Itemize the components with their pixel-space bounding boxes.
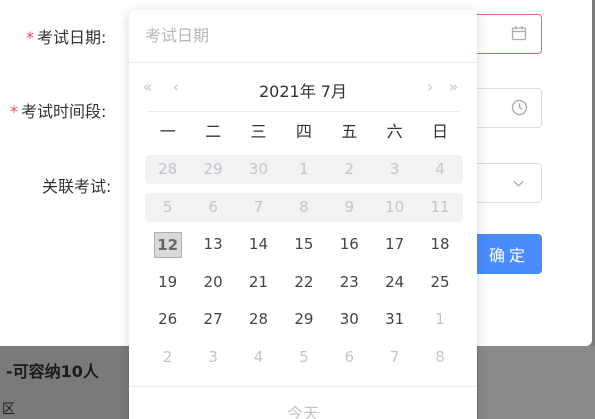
calendar-day[interactable]: 1 [417, 305, 462, 334]
weekday-label: 日 [432, 122, 449, 141]
weekday-label: 五 [341, 122, 358, 141]
month-title[interactable]: 2021年 7月 [129, 78, 477, 102]
calendar-day[interactable]: 4 [236, 343, 281, 372]
calendar-day[interactable]: 3 [190, 343, 235, 372]
calendar-day[interactable]: 16 [327, 230, 372, 259]
calendar-day[interactable]: 10 [372, 193, 417, 222]
required-mark: * [26, 28, 34, 47]
calendar-day[interactable]: 7 [236, 193, 281, 222]
calendar-day[interactable]: 3 [372, 155, 417, 184]
calendar-week-row: 2345678 [145, 343, 463, 372]
calendar-day[interactable]: 7 [372, 343, 417, 372]
calendar-icon [511, 25, 527, 45]
calendar-day[interactable]: 1 [281, 155, 326, 184]
confirm-button[interactable]: 确定 [470, 234, 542, 274]
screen: -可容纳10人 区 * 考试日期: * 考试时间段: 关联考试: 确定 考试日期… [0, 0, 595, 419]
today-button[interactable]: 今天 [129, 400, 477, 419]
exam-time-field[interactable] [466, 88, 542, 128]
calendar-day[interactable]: 2 [327, 155, 372, 184]
exam-date-field[interactable] [466, 14, 542, 54]
required-mark: * [10, 102, 18, 121]
weekday-label: 三 [250, 122, 267, 141]
calendar-grid: 28 29 30 1 2 3 4 5 6 7 8 9 10 11 12 13 14 15 16 17 18 19 20 21 2… [145, 155, 463, 381]
calendar-day[interactable]: 31 [372, 305, 417, 334]
date-picker-popup: 考试日期 « ‹ 2021年 7月 › » 一二三四五六日 28 29 30 1 2 3 4… [129, 10, 477, 419]
weekday-label: 一 [159, 122, 176, 141]
calendar-day-today[interactable]: 12 [145, 230, 190, 259]
next-year-icon[interactable]: » [449, 78, 458, 96]
calendar-day[interactable]: 18 [417, 230, 462, 259]
calendar-day[interactable]: 20 [190, 268, 235, 297]
calendar-day[interactable]: 9 [327, 193, 372, 222]
date-picker-input[interactable]: 考试日期 [145, 22, 209, 46]
calendar-day[interactable]: 4 [417, 155, 462, 184]
calendar-day[interactable]: 6 [327, 343, 372, 372]
related-exam-select[interactable] [466, 163, 542, 203]
exam-time-label: * 考试时间段: [10, 102, 107, 121]
calendar-day[interactable]: 14 [236, 230, 281, 259]
calendar-day[interactable]: 22 [281, 268, 326, 297]
clock-icon [511, 99, 528, 120]
weekday-label: 四 [295, 122, 312, 141]
calendar-day[interactable]: 11 [417, 193, 462, 222]
divider [129, 62, 477, 63]
date-picker-header: « ‹ 2021年 7月 › » [129, 64, 477, 112]
calendar-week-row: 5 6 7 8 9 10 11 [145, 192, 463, 222]
calendar-day[interactable]: 23 [327, 268, 372, 297]
calendar-week-row: 28 29 30 1 2 3 4 [145, 155, 463, 184]
calendar-day[interactable]: 24 [372, 268, 417, 297]
calendar-day[interactable]: 27 [190, 305, 235, 334]
weekday-label: 六 [386, 122, 403, 141]
calendar-day[interactable]: 26 [145, 305, 190, 334]
related-exam-label: 关联考试: [42, 177, 112, 196]
calendar-day[interactable]: 6 [190, 193, 235, 222]
calendar-day[interactable]: 29 [281, 305, 326, 334]
calendar-day[interactable]: 29 [190, 155, 235, 184]
backdrop-panel [478, 346, 595, 419]
capacity-text: -可容纳10人 [6, 362, 99, 381]
calendar-day[interactable]: 28 [145, 155, 190, 184]
calendar-week-row: 26 27 28 29 30 31 1 [145, 305, 463, 334]
calendar-day[interactable]: 21 [236, 268, 281, 297]
weekday-label: 二 [205, 122, 222, 141]
chevron-down-icon [511, 176, 526, 195]
divider [147, 111, 459, 112]
calendar-day[interactable]: 2 [145, 343, 190, 372]
calendar-day[interactable]: 30 [327, 305, 372, 334]
region-text: 区 [2, 402, 16, 417]
calendar-day[interactable]: 15 [281, 230, 326, 259]
calendar-day[interactable]: 5 [281, 343, 326, 372]
today-marker: 12 [153, 231, 182, 258]
calendar-day[interactable]: 8 [281, 193, 326, 222]
calendar-day[interactable]: 17 [372, 230, 417, 259]
calendar-day[interactable]: 13 [190, 230, 235, 259]
calendar-day[interactable]: 8 [417, 343, 462, 372]
calendar-day[interactable]: 28 [236, 305, 281, 334]
weekday-row: 一二三四五六日 [145, 122, 463, 142]
next-month-icon[interactable]: › [427, 78, 433, 96]
exam-date-label: * 考试日期: [26, 28, 107, 47]
calendar-day[interactable]: 30 [236, 155, 281, 184]
calendar-day[interactable]: 19 [145, 268, 190, 297]
calendar-day[interactable]: 25 [417, 268, 462, 297]
divider [129, 386, 477, 387]
calendar-day[interactable]: 5 [145, 193, 190, 222]
calendar-week-row: 12 13 14 15 16 17 18 [145, 230, 463, 259]
calendar-week-row: 19 20 21 22 23 24 25 [145, 268, 463, 297]
